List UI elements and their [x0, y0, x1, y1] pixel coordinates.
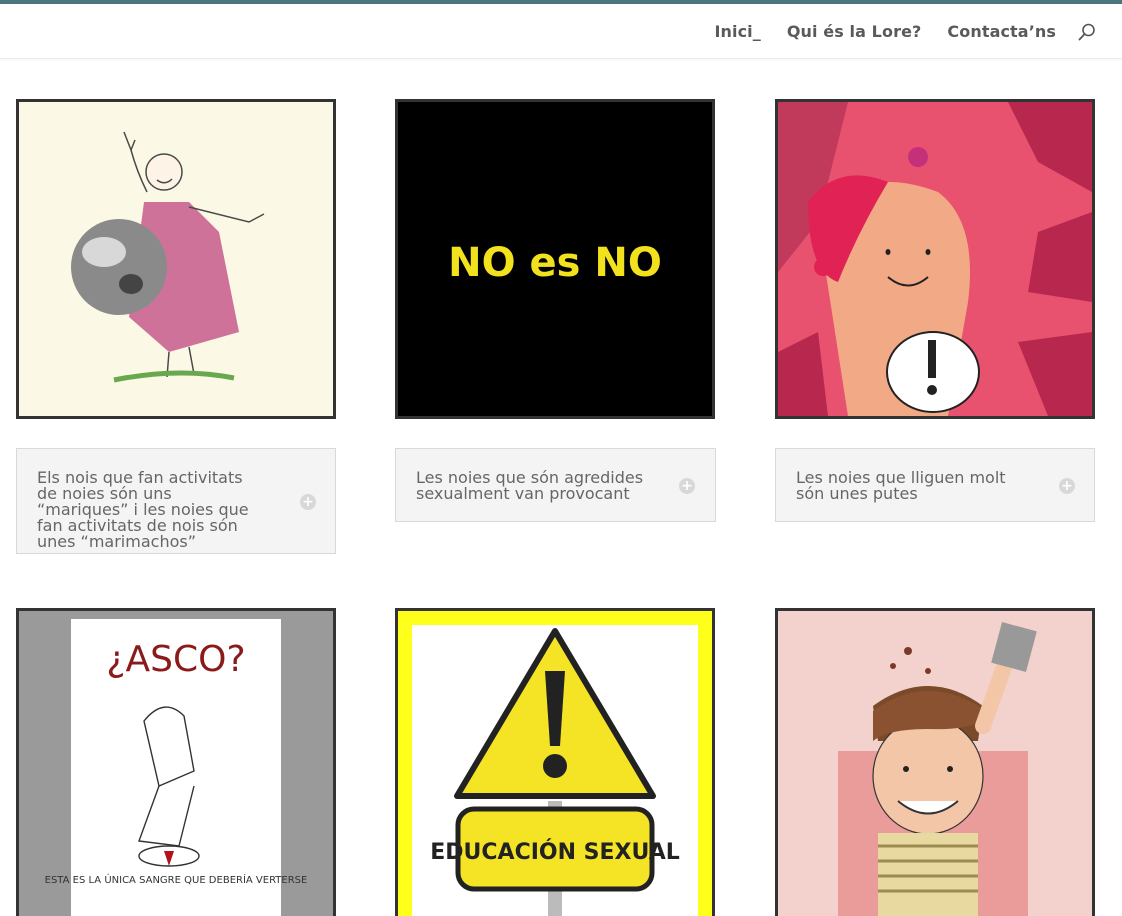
plus-circle-icon[interactable]: + [300, 494, 316, 510]
nav-item-contactans[interactable]: Contacta’ns [947, 22, 1056, 41]
nav-item-inici[interactable]: Inici_ [714, 22, 760, 41]
card-image-no-es-no[interactable]: NO es NO [395, 99, 715, 419]
search-icon[interactable] [1077, 22, 1097, 42]
plus-circle-icon[interactable]: + [1059, 478, 1075, 494]
toggle-title: Els nois que fan activitats de noies són… [37, 468, 249, 551]
asco-caption: ESTA ES LA ÚNICA SANGRE QUE DEBERÍA VERT… [45, 873, 308, 886]
toggle-myth-mariques[interactable]: Els nois que fan activitats de noies són… [16, 448, 336, 554]
plus-circle-icon[interactable]: + [679, 478, 695, 494]
card-image-asco[interactable]: ¿ASCO? ESTA ES LA ÚNICA SANGRE QUE DEBER… [16, 608, 336, 916]
card-image-boy-condom[interactable] [775, 608, 1095, 916]
toggle-title: Les noies que són agredides sexualment v… [416, 468, 644, 503]
site-header: Inici_ Qui és la Lore? Contacta’ns [0, 4, 1122, 59]
card-image-girl-ball[interactable] [16, 99, 336, 419]
card-image-pink-girl[interactable] [775, 99, 1095, 419]
educacion-sexual-text: EDUCACIÓN SEXUAL [430, 839, 680, 865]
toggle-myth-agredides[interactable]: Les noies que són agredides sexualment v… [395, 448, 716, 522]
no-es-no-text: NO es NO [448, 240, 662, 286]
asco-title: ¿ASCO? [106, 639, 245, 680]
toggle-myth-lliguen[interactable]: Les noies que lliguen molt són unes pute… [775, 448, 1095, 522]
nav-item-qui-es-la-lore[interactable]: Qui és la Lore? [787, 22, 922, 41]
card-image-educacion-sexual[interactable]: EDUCACIÓN SEXUAL [395, 608, 715, 916]
toggle-title: Les noies que lliguen molt són unes pute… [796, 468, 1006, 503]
main-nav: Inici_ Qui és la Lore? Contacta’ns [714, 4, 1056, 59]
